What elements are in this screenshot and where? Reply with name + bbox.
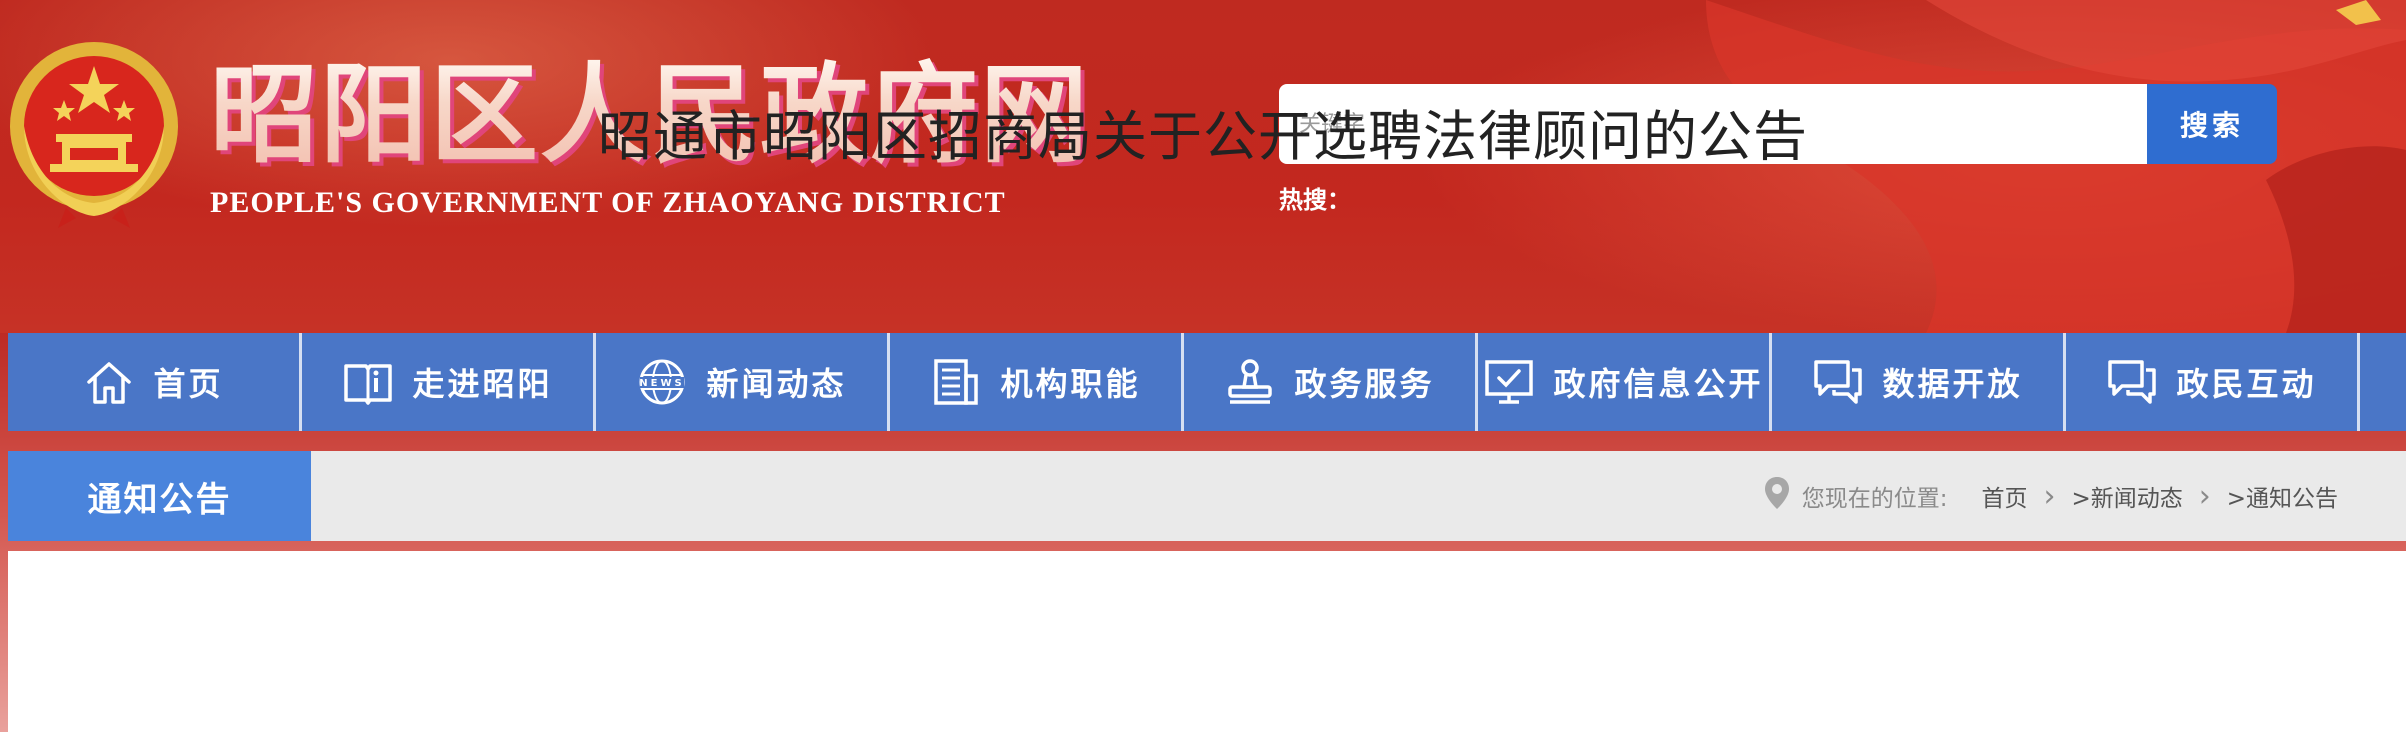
- breadcrumb-notice-link[interactable]: >通知公告: [2227, 479, 2338, 513]
- nav-overflow: [2360, 333, 2406, 431]
- nav-item-label: 数据开放: [1882, 365, 2023, 403]
- nav-item-label: 首页: [153, 365, 224, 403]
- breadcrumb: 您现在的位置: 首页 › >新闻动态 › >通知公告: [1762, 451, 2338, 541]
- site-subtitle: PEOPLE'S GOVERNMENT OF ZHAOYANG DISTRICT: [210, 186, 1006, 219]
- chevron-right-icon: ›: [2198, 478, 2211, 514]
- nav-item-news[interactable]: NEWS 新闻动态: [596, 333, 890, 431]
- home-icon: [83, 356, 135, 408]
- nav-item-label: 机构职能: [1000, 365, 1141, 403]
- location-pin-icon: [1762, 475, 1792, 517]
- nav-item-label: 走进昭阳: [412, 365, 553, 403]
- location-label: 您现在的位置:: [1801, 486, 1948, 512]
- article-title: 昭通市昭阳区招商局关于公开选聘法律顾问的公告: [598, 105, 1808, 168]
- news-globe-icon: NEWS: [636, 356, 688, 408]
- chevron-right-icon: ›: [2043, 478, 2056, 514]
- main-nav: 首页 走进昭阳 NEWS 新闻动态 机构职能 政务服务 政府信息公开 数据开放: [8, 333, 2406, 431]
- breadcrumb-home-link[interactable]: 首页: [1981, 479, 2027, 513]
- book-icon: [342, 356, 394, 408]
- chat-bubbles-icon: [1812, 356, 1864, 408]
- hot-search-label: 热搜：: [1279, 186, 1351, 214]
- nav-item-organization[interactable]: 机构职能: [890, 333, 1184, 431]
- nav-item-interaction[interactable]: 政民互动: [2066, 333, 2360, 431]
- svg-text:NEWS: NEWS: [640, 378, 685, 389]
- breadcrumb-news-link[interactable]: >新闻动态: [2071, 479, 2182, 513]
- nav-item-services[interactable]: 政务服务: [1184, 333, 1478, 431]
- breadcrumb-band: 通知公告 您现在的位置: 首页 › >新闻动态 › >通知公告: [8, 451, 2406, 541]
- article-content: [8, 551, 2406, 732]
- nav-item-info-disclosure[interactable]: 政府信息公开: [1478, 333, 1772, 431]
- nav-item-about[interactable]: 走进昭阳: [302, 333, 596, 431]
- nav-item-label: 新闻动态: [706, 365, 847, 403]
- nav-item-label: 政务服务: [1294, 365, 1435, 403]
- stamp-icon: [1224, 356, 1276, 408]
- nav-item-label: 政府信息公开: [1553, 365, 1764, 403]
- building-doc-icon: [930, 356, 982, 408]
- section-title: 通知公告: [8, 451, 311, 541]
- nav-item-home[interactable]: 首页: [8, 333, 302, 431]
- nav-item-open-data[interactable]: 数据开放: [1772, 333, 2066, 431]
- nav-item-label: 政民互动: [2176, 365, 2317, 403]
- monitor-check-icon: [1483, 356, 1535, 408]
- chat-bubbles-icon: [2106, 356, 2158, 408]
